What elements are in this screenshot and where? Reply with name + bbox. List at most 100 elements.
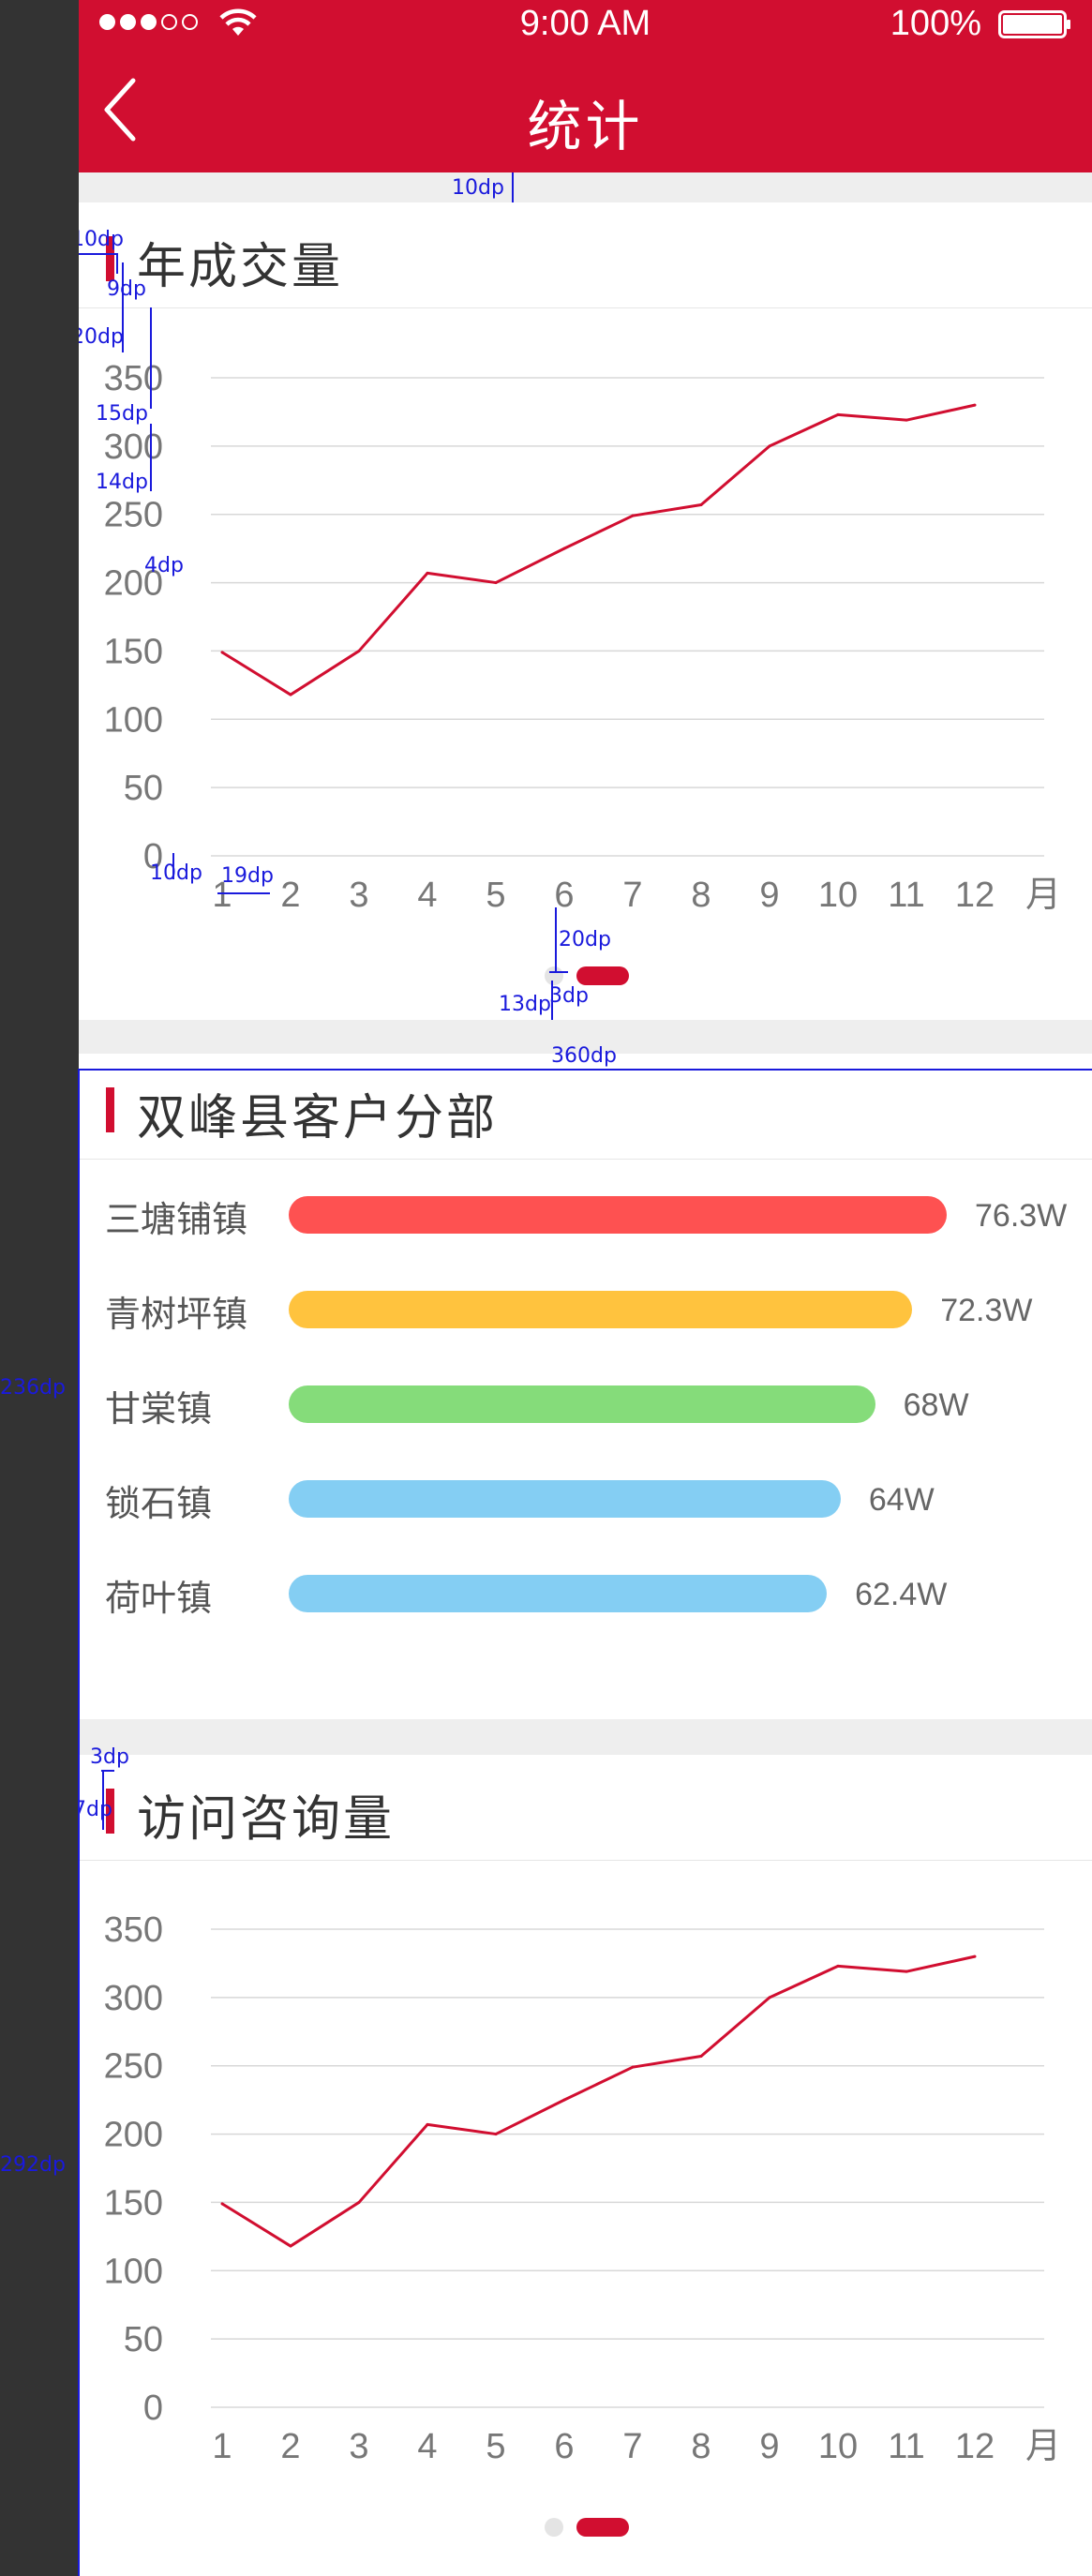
x-tick-label: 9 (759, 876, 779, 915)
y-tick-label: 50 (124, 769, 163, 808)
data-point (631, 2065, 635, 2069)
annotation-guide-line (78, 1069, 80, 2576)
x-tick-label: 11 (888, 2427, 924, 2466)
bar-row: 甘棠镇 68W (79, 1376, 1092, 1432)
annotation-label: 19dp (221, 864, 274, 888)
data-point (699, 2055, 703, 2059)
pager-dot-inactive[interactable] (545, 966, 563, 985)
yearly-volume-line-chart: 0501001502002503003501 2 3 4 5 6 7 8 9 10 11 12 月 (104, 359, 1061, 915)
visits-line-chart: 0501001502002503003501 2 3 4 5 6 7 8 9 10 11 12 月 (104, 1910, 1061, 2466)
annotation-guide-line (150, 424, 152, 491)
x-tick-label: 11 (888, 876, 924, 915)
bar-category-label: 甘棠镇 (105, 1388, 213, 1430)
x-tick-label: 7 (622, 2427, 642, 2466)
annotation-guide-line (551, 981, 553, 1020)
x-tick-label: 8 (691, 2427, 711, 2466)
annotation-guide-line (122, 262, 124, 309)
x-tick-label: 8 (691, 876, 711, 915)
annotation-label: 10dp (79, 228, 124, 251)
chart-pager (545, 966, 629, 985)
annotation-label: 10dp (452, 176, 504, 200)
annotation-label: 20dp (79, 325, 124, 349)
x-tick-label: 1 (212, 2427, 232, 2466)
x-tick-label: 3 (349, 2427, 368, 2466)
data-point (836, 1964, 840, 1968)
bar-value-label: 72.3W (940, 1293, 1033, 1328)
annotation-label: 360dp (551, 1044, 617, 1068)
data-point (768, 1996, 771, 1999)
pager-dot-inactive[interactable] (545, 2518, 563, 2537)
annotation-guide-line (79, 253, 116, 255)
annotation-label: 10dp (150, 861, 202, 885)
annotation-label: 236dp (0, 1376, 66, 1400)
x-axis-unit-label: 月 (1025, 2427, 1061, 2466)
annotation-guide-line (172, 853, 174, 879)
x-tick-label: 2 (280, 876, 300, 915)
bar-value-label: 62.4W (855, 1577, 948, 1612)
x-tick-label: 3 (349, 876, 368, 915)
data-point (905, 418, 908, 422)
x-tick-label: 12 (955, 876, 995, 915)
data-point (699, 503, 703, 507)
annotation-label: 15dp (96, 402, 148, 426)
chart-pager (545, 2518, 629, 2537)
data-point (562, 547, 566, 550)
section-header-yearly: 年成交量 (79, 202, 1092, 308)
section-title: 年成交量 (137, 239, 344, 295)
y-tick-label: 300 (104, 1979, 163, 2018)
bar-category-label: 锁石镇 (105, 1483, 213, 1524)
section-title: 双峰县客户分部 (137, 1090, 499, 1146)
bar (289, 1575, 828, 1612)
annotation-guide-line (79, 1069, 1092, 1071)
pager-dot-active[interactable] (576, 2518, 629, 2537)
annotation-guide-line (555, 907, 557, 973)
data-point (426, 571, 429, 575)
x-tick-label: 6 (554, 2427, 574, 2466)
data-point (836, 412, 840, 416)
bar-category-label: 青树坪镇 (105, 1294, 248, 1335)
annotation-guide-line (122, 309, 124, 352)
status-bar: 9:00 AM 100% (79, 0, 1092, 47)
x-tick-label: 7 (622, 876, 642, 915)
bar-category-label: 三塘铺镇 (105, 1199, 248, 1240)
x-axis-unit-label: 月 (1025, 876, 1061, 915)
data-point (973, 1954, 977, 1958)
annotation-guide-line (217, 892, 270, 894)
bar-value-label: 64W (868, 1482, 935, 1518)
x-tick-label: 6 (554, 876, 574, 915)
y-tick-label: 200 (104, 2116, 163, 2155)
annotation-label: 17dp (79, 1798, 112, 1821)
data-point (220, 2202, 224, 2206)
x-tick-label: 9 (759, 2427, 779, 2466)
app-screen: 9:00 AM 100% 统计 年成交量 0 50 100 150 200 250 300 3… (79, 0, 1092, 2576)
y-tick-label: 350 (104, 1910, 163, 1950)
pager-dot-active[interactable] (576, 966, 629, 985)
data-point (905, 1969, 908, 1973)
annotation-guide-line (101, 1770, 114, 1772)
y-tick-label: 0 (143, 2389, 163, 2428)
section-divider (79, 172, 1092, 202)
data-point (562, 2098, 566, 2102)
x-tick-label: 10 (818, 2427, 858, 2466)
annotation-guide-line (116, 253, 118, 274)
data-point (973, 403, 977, 407)
bar-row: 锁石镇 64W (79, 1471, 1092, 1527)
section-title: 访问咨询量 (137, 1791, 396, 1848)
bar-value-label: 68W (903, 1387, 969, 1423)
bar-category-label: 荷叶镇 (105, 1578, 213, 1619)
bar (289, 1480, 841, 1518)
battery-percentage: 100% (890, 4, 981, 43)
annotation-label: 4dp (144, 554, 184, 577)
top-bar: 9:00 AM 100% 统计 (79, 0, 1092, 172)
section-accent-bar (106, 1087, 114, 1132)
annotation-guide-line (549, 971, 568, 973)
x-tick-label: 5 (486, 876, 505, 915)
annotation-label: 3dp (549, 984, 589, 1008)
annotation-label: 14dp (96, 471, 148, 494)
annotation-label: 13dp (499, 993, 551, 1016)
annotation-guide-line (150, 307, 152, 364)
bar-row: 青树坪镇 72.3W (79, 1281, 1092, 1338)
data-point (426, 2122, 429, 2126)
page-title: 统计 (527, 95, 644, 158)
y-tick-label: 100 (104, 700, 163, 740)
